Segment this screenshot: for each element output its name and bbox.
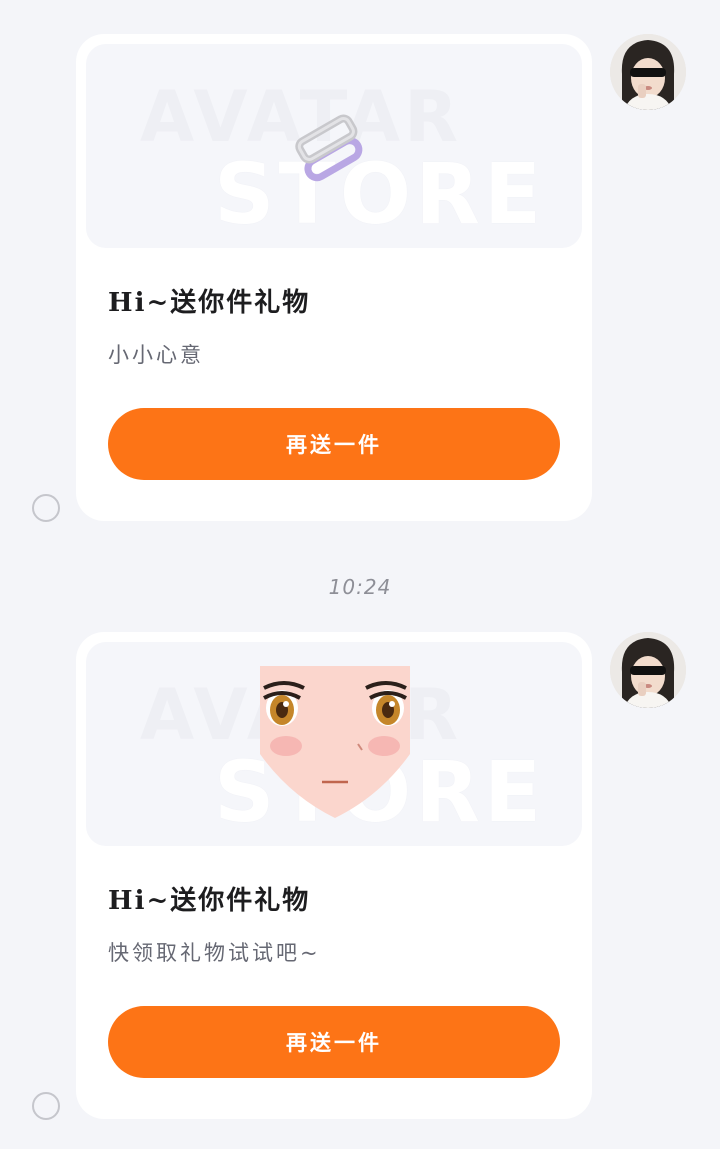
gift-card[interactable]: AVATAR STORE Hi~送你	[76, 632, 592, 1119]
timestamp: 10:24	[328, 575, 392, 599]
user-avatar[interactable]	[610, 34, 686, 110]
card-title: Hi~送你件礼物	[108, 886, 311, 916]
select-radio[interactable]	[32, 1092, 60, 1120]
user-avatar-icon	[610, 632, 686, 708]
send-another-button[interactable]: 再送一件	[108, 1006, 560, 1078]
anime-face-icon	[260, 666, 410, 818]
card-subtitle: 小小心意	[108, 343, 204, 367]
user-avatar-icon	[610, 34, 686, 110]
card-subtitle: 快领取礼物试试吧~	[108, 941, 321, 965]
gift-banner: AVATAR STORE	[86, 44, 582, 248]
banner-watermark-bottom: STORE	[214, 145, 546, 243]
select-radio[interactable]	[32, 494, 60, 522]
card-title: Hi~送你件礼物	[108, 288, 311, 318]
hair-clip-icon	[295, 114, 363, 182]
user-avatar[interactable]	[610, 632, 686, 708]
gift-banner: AVATAR STORE	[86, 642, 582, 846]
send-another-button[interactable]: 再送一件	[108, 408, 560, 480]
gift-card[interactable]: AVATAR STORE Hi~送你件礼物 小小心意 再送一件	[76, 34, 592, 521]
